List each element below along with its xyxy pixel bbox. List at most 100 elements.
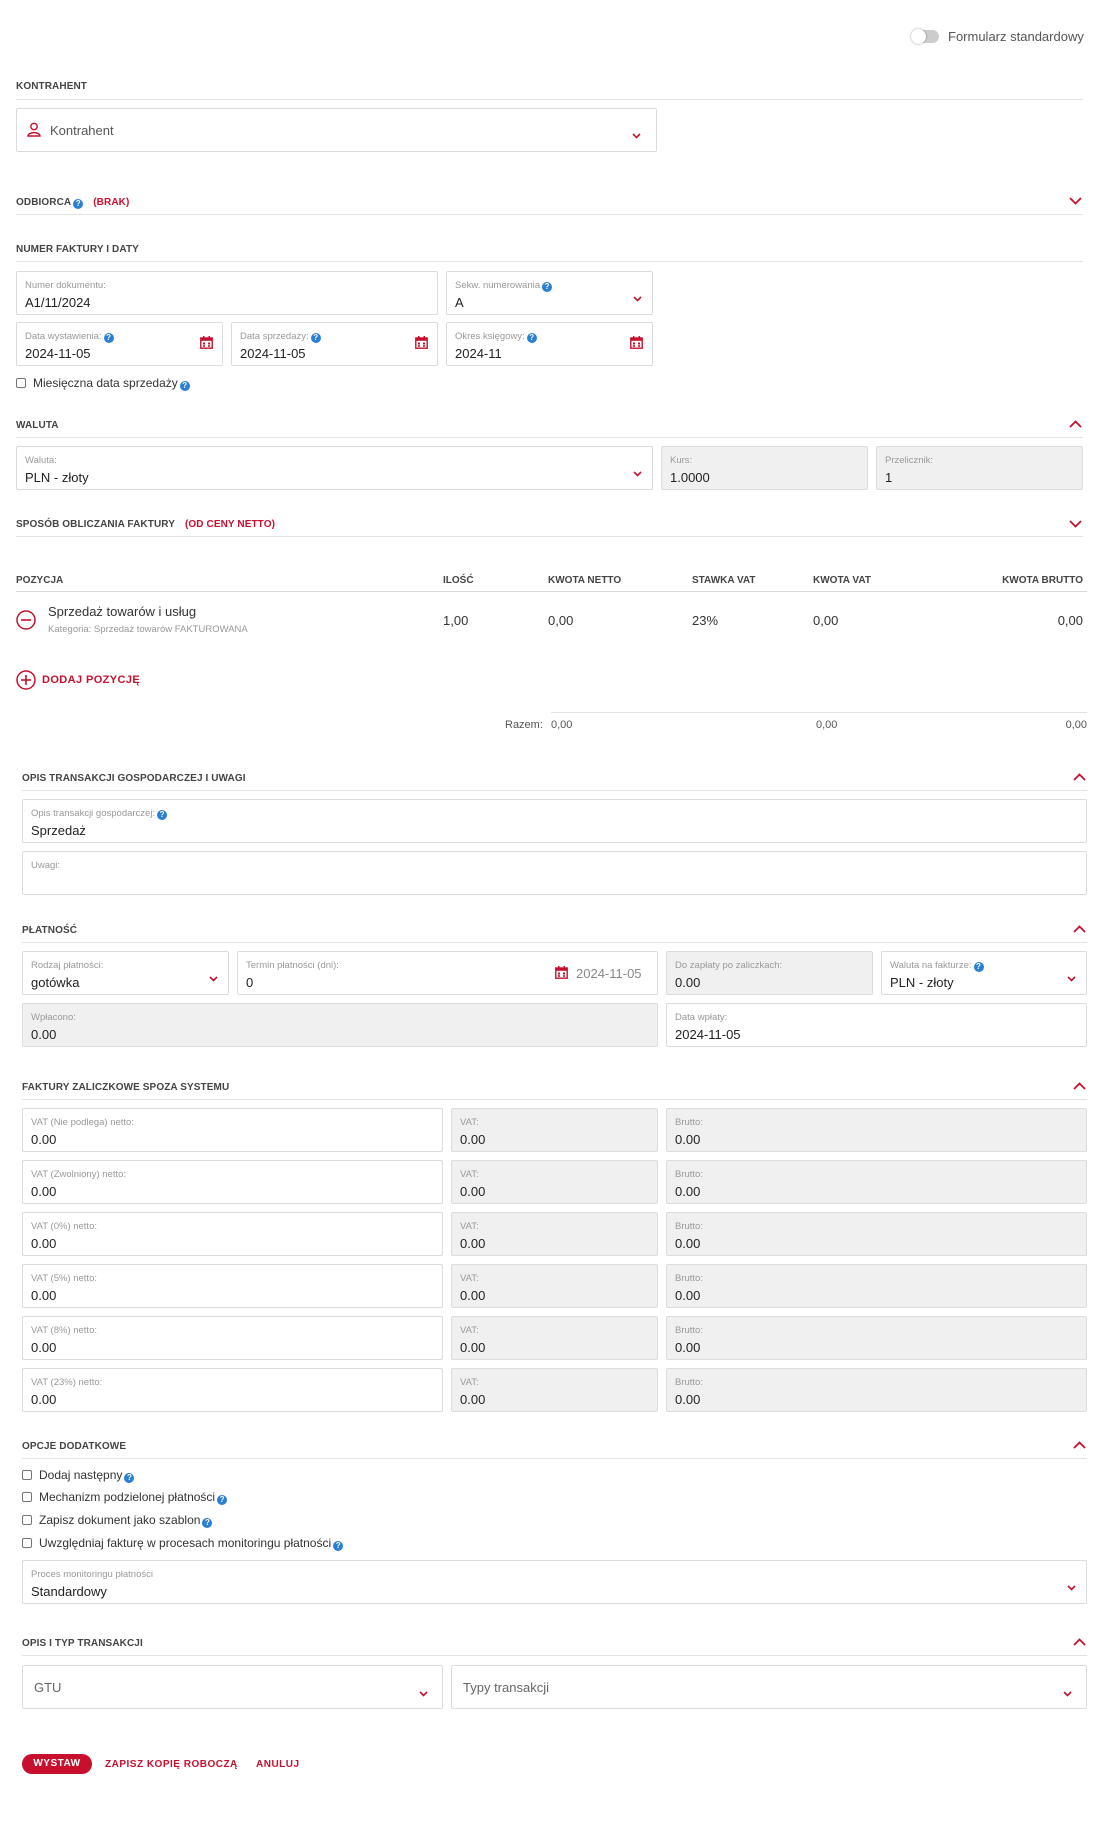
field-label: VAT: [460, 1325, 479, 1336]
accounting-period-field[interactable]: Okres księgowy:? 2024-11 [446, 322, 653, 366]
section-platnosc-title: PŁATNOŚĆ [22, 925, 78, 936]
field-label: VAT (Zwolniony) netto: [31, 1169, 127, 1180]
help-icon[interactable]: ? [310, 333, 321, 343]
option-split-payment-checkbox[interactable]: Mechanizm podzielonej płatności? [22, 1490, 228, 1505]
advance-net-field[interactable]: VAT (8%) netto: 0.00 [22, 1316, 443, 1360]
chevron-up-icon[interactable] [1073, 1082, 1087, 1092]
field-label: Rodzaj płatności: [31, 960, 104, 971]
checkbox[interactable] [22, 1538, 32, 1548]
document-number-field[interactable]: Numer dokumentu: A1/11/2024 [16, 271, 438, 315]
divider [22, 942, 1087, 943]
chevron-up-icon[interactable] [1069, 420, 1083, 430]
numbering-sequence-select[interactable]: Sekw. numerowania? A [446, 271, 653, 315]
payment-type-select[interactable]: Rodzaj płatności: gotówka [22, 951, 229, 995]
cancel-button[interactable]: ANULUJ [256, 1759, 300, 1770]
checkbox[interactable] [16, 378, 26, 388]
odbiorca-badge: (BRAK) [93, 197, 130, 208]
option-add-next-checkbox[interactable]: Dodaj następny? [22, 1468, 135, 1483]
field-value: 0.00 [31, 1340, 57, 1355]
item-net[interactable]: 0,00 [548, 613, 573, 628]
checkbox[interactable] [22, 1515, 32, 1525]
monthly-sale-date-checkbox[interactable]: Miesięczna data sprzedaży? [16, 376, 190, 391]
save-draft-button[interactable]: ZAPISZ KOPIĘ ROBOCZĄ [105, 1759, 238, 1770]
divider [551, 712, 1087, 713]
option-payment-monitoring-checkbox[interactable]: Uwzględniaj fakturę w procesach monitori… [22, 1536, 344, 1551]
field-value: PLN - złoty [890, 975, 954, 990]
field-value: 0.00 [460, 1392, 486, 1407]
kontrahent-select[interactable]: Kontrahent [16, 108, 657, 152]
help-icon[interactable]: ? [526, 333, 537, 343]
item-vat-rate[interactable]: 23% [692, 613, 718, 628]
advance-gross-field: Brutto: 0.00 [666, 1160, 1087, 1204]
field-label: Uwagi: [31, 860, 61, 871]
standard-form-toggle[interactable] [911, 29, 939, 44]
gtu-select[interactable]: GTU [22, 1665, 443, 1709]
col-header-vat-rate: STAWKA VAT [692, 575, 756, 586]
field-value: 0.00 [675, 1288, 701, 1303]
help-icon[interactable]: ? [333, 1541, 344, 1551]
transaction-types-select[interactable]: Typy transakcji [451, 1665, 1087, 1709]
monitoring-process-select[interactable]: Proces monitoringu płatności Standardowy [22, 1560, 1087, 1604]
field-label: VAT (23%) netto: [31, 1377, 103, 1388]
advance-net-field[interactable]: VAT (23%) netto: 0.00 [22, 1368, 443, 1412]
checkbox-label: Zapisz dokument jako szablon [39, 1513, 201, 1527]
field-value: 0 [246, 975, 254, 990]
payment-term-field[interactable]: Termin płatności (dni): 0 2024-11-05 [237, 951, 658, 995]
checkbox[interactable] [22, 1492, 32, 1502]
chevron-down-icon [633, 290, 642, 305]
table-row[interactable]: Sprzedaż towarów i usług Kategoria: Sprz… [0, 596, 1118, 646]
calendar-icon[interactable] [415, 336, 428, 352]
calendar-icon[interactable] [630, 336, 643, 352]
chevron-up-icon[interactable] [1073, 1638, 1087, 1648]
advance-gross-field: Brutto: 0.00 [666, 1108, 1087, 1152]
issue-date-field[interactable]: Data wystawienia:? 2024-11-05 [16, 322, 223, 366]
exchange-rate-field: Kurs: 1.0000 [661, 446, 868, 490]
chevron-up-icon[interactable] [1073, 925, 1087, 935]
help-icon[interactable]: ? [73, 199, 84, 209]
checkbox-label: Mechanizm podzielonej płatności [39, 1490, 216, 1504]
advance-net-field[interactable]: VAT (5%) netto: 0.00 [22, 1264, 443, 1308]
help-icon[interactable]: ? [217, 1495, 228, 1505]
divider [22, 1458, 1087, 1459]
advance-net-field[interactable]: VAT (Nie podlega) netto: 0.00 [22, 1108, 443, 1152]
item-qty[interactable]: 1,00 [443, 613, 468, 628]
sale-date-field[interactable]: Data sprzedaży:? 2024-11-05 [231, 322, 438, 366]
field-label: Opis transakcji gospodarczej:? [31, 808, 168, 820]
user-icon [27, 122, 41, 140]
invoice-currency-select[interactable]: Waluta na fakturze:? PLN - złoty [881, 951, 1087, 995]
transaction-description-field[interactable]: Opis transakcji gospodarczej:? Sprzedaż [22, 799, 1087, 843]
field-value: Standardowy [31, 1584, 107, 1599]
help-icon[interactable]: ? [202, 1518, 213, 1528]
section-advances-title: FAKTURY ZALICZKOWE SPOZA SYSTEMU [22, 1082, 230, 1093]
currency-select[interactable]: Waluta: PLN - złoty [16, 446, 653, 490]
field-value: A1/11/2024 [25, 295, 91, 310]
help-icon[interactable]: ? [179, 381, 190, 391]
advance-net-field[interactable]: VAT (0%) netto: 0.00 [22, 1212, 443, 1256]
option-save-template-checkbox[interactable]: Zapisz dokument jako szablon? [22, 1513, 213, 1528]
help-icon[interactable]: ? [124, 1473, 135, 1483]
field-value: 0.00 [675, 1132, 701, 1147]
chevron-down-icon[interactable] [1069, 520, 1083, 530]
total-label: Razem: [505, 719, 543, 731]
chevron-up-icon[interactable] [1073, 773, 1087, 783]
advance-net-field[interactable]: VAT (Zwolniony) netto: 0.00 [22, 1160, 443, 1204]
chevron-up-icon[interactable] [1073, 1441, 1087, 1451]
issue-button[interactable]: WYSTAW [22, 1754, 92, 1774]
calendar-icon[interactable] [555, 966, 568, 982]
help-icon[interactable]: ? [103, 333, 114, 343]
help-icon[interactable]: ? [973, 962, 984, 972]
field-label: Kurs: [670, 455, 693, 466]
notes-field[interactable]: Uwagi: [22, 851, 1087, 895]
odbiorca-label: ODBIORCA [16, 197, 72, 208]
item-gross: 0,00 [1057, 613, 1083, 628]
payment-date-field[interactable]: Data wpłaty: 2024-11-05 [666, 1003, 1087, 1047]
chevron-down-icon[interactable] [1069, 197, 1083, 207]
checkbox[interactable] [22, 1470, 32, 1480]
checkbox-label: Miesięczna data sprzedaży [33, 376, 178, 390]
calendar-icon[interactable] [200, 336, 213, 352]
remove-item-icon[interactable] [16, 610, 36, 633]
advance-vat-field: VAT: 0.00 [451, 1264, 658, 1308]
item-name[interactable]: Sprzedaż towarów i usług [48, 604, 196, 619]
help-icon[interactable]: ? [542, 282, 553, 292]
help-icon[interactable]: ? [157, 810, 168, 820]
